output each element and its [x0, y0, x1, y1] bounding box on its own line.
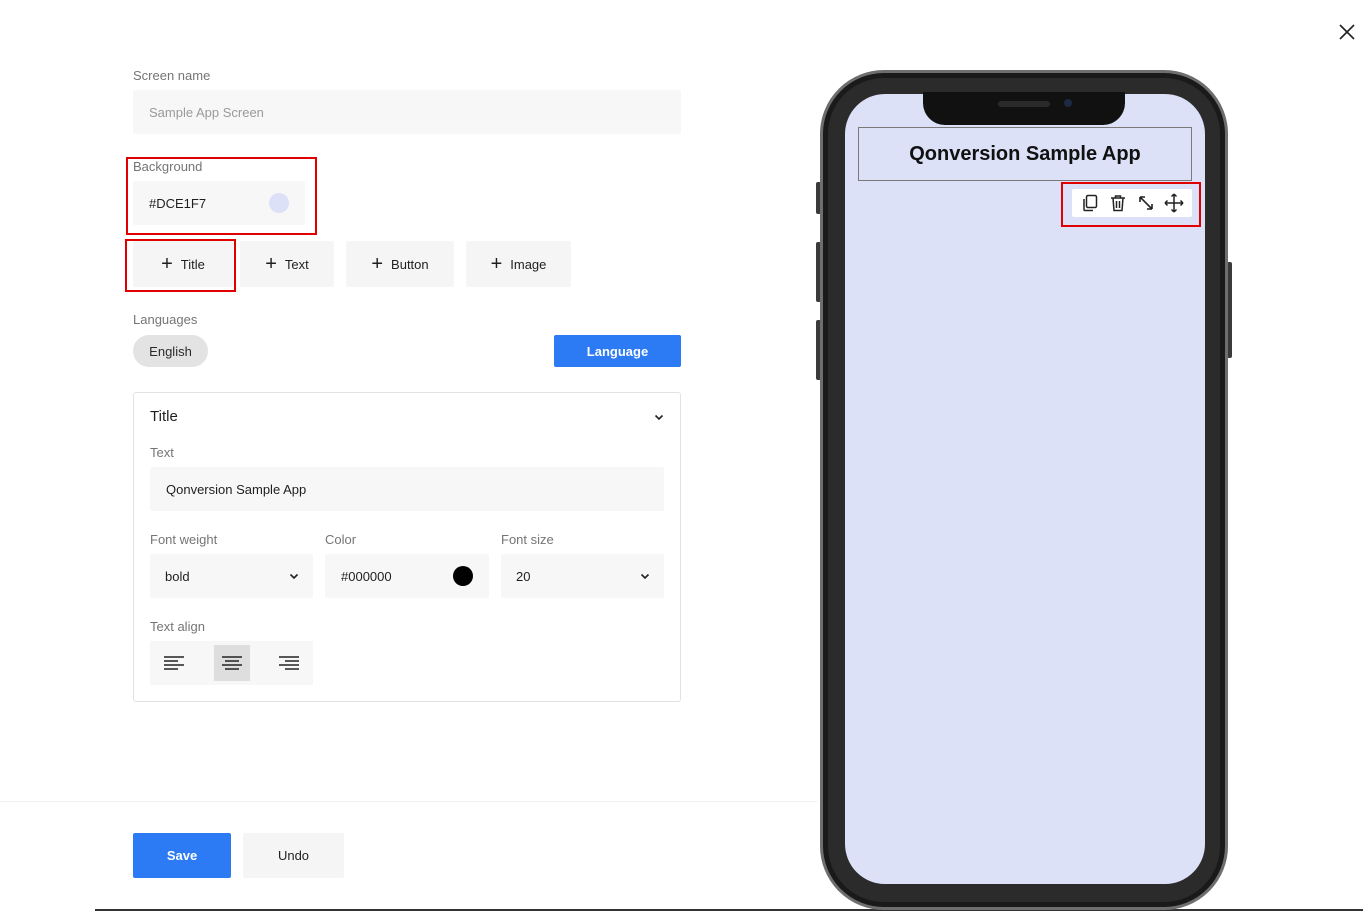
font-size-value: 20	[516, 568, 531, 584]
color-value: #000000	[341, 568, 392, 584]
screen-name-label: Screen name	[133, 68, 211, 83]
font-weight-value: bold	[165, 568, 190, 584]
add-text-label: Text	[284, 256, 309, 272]
chevron-down-icon	[289, 573, 299, 580]
panel-title: Title	[150, 408, 178, 425]
save-button[interactable]: Save	[133, 833, 231, 878]
add-title-label: Title	[180, 256, 205, 272]
languages-label: Languages	[133, 312, 198, 327]
resize-icon	[1139, 196, 1153, 210]
title-text-input[interactable]: Qonversion Sample App	[150, 467, 664, 511]
resize-button[interactable]	[1135, 192, 1157, 214]
color-swatch[interactable]	[453, 566, 473, 586]
add-text-button[interactable]: + Text	[240, 241, 334, 287]
add-language-button[interactable]: Language	[554, 335, 681, 367]
background-swatch[interactable]	[269, 193, 289, 213]
background-color-value: #DCE1F7	[149, 195, 207, 211]
move-icon	[1164, 193, 1184, 213]
font-size-select[interactable]: 20	[501, 554, 664, 598]
close-icon	[1339, 24, 1355, 40]
chevron-down-icon	[654, 414, 664, 421]
plus-icon: +	[490, 253, 503, 275]
copy-icon	[1083, 194, 1098, 212]
add-button-button[interactable]: + Button	[346, 241, 454, 287]
element-toolbar	[1072, 189, 1192, 217]
collapse-toggle[interactable]	[650, 408, 668, 426]
color-label: Color	[325, 532, 357, 547]
add-image-button[interactable]: + Image	[466, 241, 571, 287]
align-left-icon	[164, 656, 184, 670]
undo-button[interactable]: Undo	[243, 833, 344, 878]
align-center-button[interactable]	[214, 645, 250, 681]
font-size-label: Font size	[501, 532, 554, 547]
plus-icon: +	[265, 253, 277, 275]
background-color-field[interactable]: #DCE1F7	[133, 181, 305, 225]
add-image-label: Image	[510, 256, 547, 272]
move-button[interactable]	[1163, 192, 1185, 214]
background-label: Background	[133, 159, 203, 174]
chevron-down-icon	[640, 573, 650, 580]
language-chip-english[interactable]: English	[133, 335, 208, 367]
phone-speaker	[998, 101, 1050, 107]
font-weight-label: Font weight	[150, 532, 218, 547]
footer-divider	[0, 801, 818, 802]
plus-icon: +	[161, 253, 173, 275]
trash-icon	[1111, 195, 1125, 212]
close-button[interactable]	[1333, 18, 1361, 46]
delete-button[interactable]	[1107, 192, 1129, 214]
phone-notch	[923, 92, 1125, 125]
duplicate-button[interactable]	[1079, 192, 1101, 214]
phone-camera	[1064, 99, 1072, 107]
preview-title-element[interactable]: Qonversion Sample App	[858, 127, 1192, 181]
screen-name-input[interactable]: Sample App Screen	[133, 90, 681, 134]
color-field[interactable]: #000000	[325, 554, 489, 598]
font-weight-select[interactable]: bold	[150, 554, 313, 598]
align-right-button[interactable]	[271, 645, 307, 681]
align-left-button[interactable]	[156, 645, 192, 681]
align-center-icon	[222, 656, 242, 670]
text-align-label: Text align	[150, 619, 205, 634]
align-right-icon	[279, 656, 299, 670]
add-button-label: Button	[391, 256, 429, 272]
text-label: Text	[150, 445, 174, 460]
add-title-button[interactable]: + Title	[133, 241, 233, 287]
plus-icon: +	[371, 253, 384, 275]
